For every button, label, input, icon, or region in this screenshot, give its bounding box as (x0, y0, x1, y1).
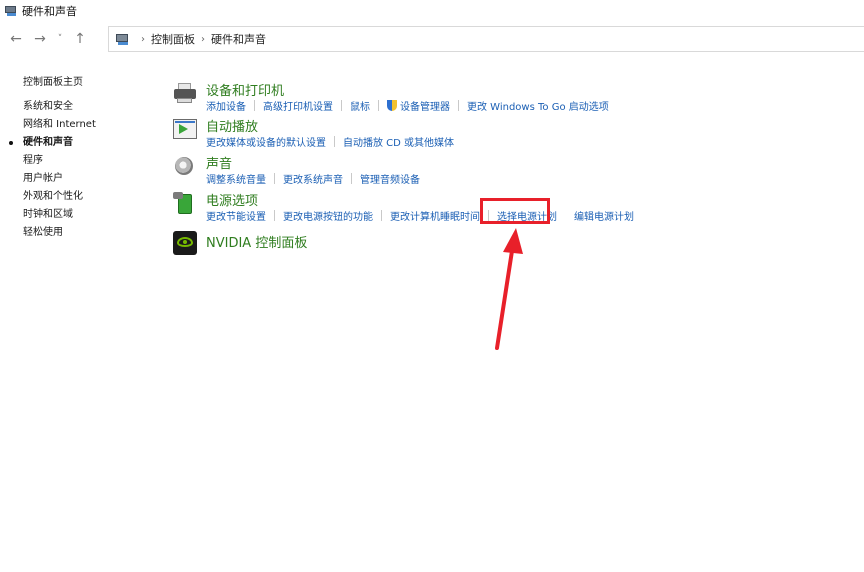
windows-to-go-link[interactable]: 更改 Windows To Go 启动选项 (467, 98, 609, 113)
category-title-autoplay[interactable]: 自动播放 (206, 116, 258, 135)
sidebar-item-hardware-sound[interactable]: 硬件和声音 (9, 134, 96, 152)
power-button-function-link[interactable]: 更改电源按钮的功能 (283, 208, 373, 223)
choose-power-plan-link[interactable]: 选择电源计划 (497, 208, 557, 223)
chevron-down-icon: ˅ (57, 34, 63, 44)
mouse-link[interactable]: 鼠标 (350, 98, 370, 113)
advanced-printer-setup-link[interactable]: 高级打印机设置 (263, 98, 333, 113)
chevron-right-icon[interactable]: › (201, 34, 205, 45)
autoplay-icon[interactable] (172, 116, 198, 142)
uac-shield-icon (387, 99, 398, 112)
divider (341, 100, 342, 111)
category-links: 添加设备 高级打印机设置 鼠标 设备管理器 更改 Windows To Go 启… (206, 98, 609, 113)
power-battery-icon[interactable] (172, 190, 198, 216)
change-power-saving-link[interactable]: 更改节能设置 (206, 208, 266, 223)
category-title-devices-printers[interactable]: 设备和打印机 (206, 80, 284, 99)
category-links: 更改节能设置 更改电源按钮的功能 更改计算机睡眠时间 选择电源计划 编辑电源计划 (206, 208, 634, 223)
title-bar: 硬件和声音 (0, 0, 864, 22)
up-button[interactable]: ↑ (68, 28, 92, 50)
sidebar-item-clock-region[interactable]: 时钟和区域 (23, 206, 96, 224)
divider (274, 173, 275, 184)
navigation-bar: ← → ˅ ↑ › 控制面板 › 硬件和声音 (0, 26, 864, 52)
recent-locations-button[interactable]: ˅ (52, 28, 68, 50)
divider (458, 100, 459, 111)
divider (378, 100, 379, 111)
annotation-arrow (495, 228, 523, 350)
arrow-up-icon: ↑ (74, 31, 86, 47)
divider (565, 210, 566, 221)
divider (381, 210, 382, 221)
change-sleep-time-link[interactable]: 更改计算机睡眠时间 (390, 208, 480, 223)
breadcrumb-hardware-sound[interactable]: 硬件和声音 (211, 31, 266, 47)
add-device-link[interactable]: 添加设备 (206, 98, 246, 113)
address-bar[interactable]: › 控制面板 › 硬件和声音 (108, 26, 864, 52)
control-panel-icon (4, 5, 18, 17)
speaker-icon[interactable] (172, 153, 198, 179)
divider (488, 210, 489, 221)
divider (351, 173, 352, 184)
category-title-power-options[interactable]: 电源选项 (206, 190, 258, 209)
category-title-sound[interactable]: 声音 (206, 153, 232, 172)
control-panel-icon (115, 33, 131, 46)
breadcrumb-control-panel[interactable]: 控制面板 (151, 31, 195, 47)
forward-button[interactable]: → (28, 28, 52, 50)
arrow-right-icon: → (34, 31, 46, 47)
chevron-right-icon[interactable]: › (141, 34, 145, 45)
device-manager-label: 设备管理器 (400, 102, 450, 113)
category-links: 调整系统音量 更改系统声音 管理音频设备 (206, 171, 420, 186)
sidebar-item-ease-of-access[interactable]: 轻松使用 (23, 224, 96, 242)
divider (254, 100, 255, 111)
sidebar-item-user-accounts[interactable]: 用户帐户 (23, 170, 96, 188)
sidebar-item-network-internet[interactable]: 网络和 Internet (23, 116, 96, 134)
control-panel-home-link[interactable]: 控制面板主页 (23, 73, 83, 88)
sidebar-list: 系统和安全 网络和 Internet 硬件和声音 程序 用户帐户 外观和个性化 … (9, 98, 96, 242)
sidebar-item-appearance[interactable]: 外观和个性化 (23, 188, 96, 206)
category-title-nvidia[interactable]: NVIDIA 控制面板 (206, 232, 307, 251)
change-default-media-settings-link[interactable]: 更改媒体或设备的默认设置 (206, 134, 326, 149)
device-manager-link[interactable]: 设备管理器 (387, 98, 450, 113)
printer-icon[interactable] (172, 80, 198, 106)
nvidia-icon[interactable] (172, 230, 198, 256)
sidebar-item-programs[interactable]: 程序 (23, 152, 96, 170)
back-button[interactable]: ← (4, 28, 28, 50)
adjust-system-volume-link[interactable]: 调整系统音量 (206, 171, 266, 186)
manage-audio-devices-link[interactable]: 管理音频设备 (360, 171, 420, 186)
divider (334, 136, 335, 147)
arrow-left-icon: ← (10, 31, 22, 47)
autoplay-cd-link[interactable]: 自动播放 CD 或其他媒体 (343, 134, 454, 149)
edit-power-plan-link[interactable]: 编辑电源计划 (574, 208, 634, 223)
sidebar-item-system-security[interactable]: 系统和安全 (23, 98, 96, 116)
category-links: 更改媒体或设备的默认设置 自动播放 CD 或其他媒体 (206, 134, 454, 149)
divider (274, 210, 275, 221)
window-title: 硬件和声音 (22, 5, 77, 18)
change-system-sounds-link[interactable]: 更改系统声音 (283, 171, 343, 186)
